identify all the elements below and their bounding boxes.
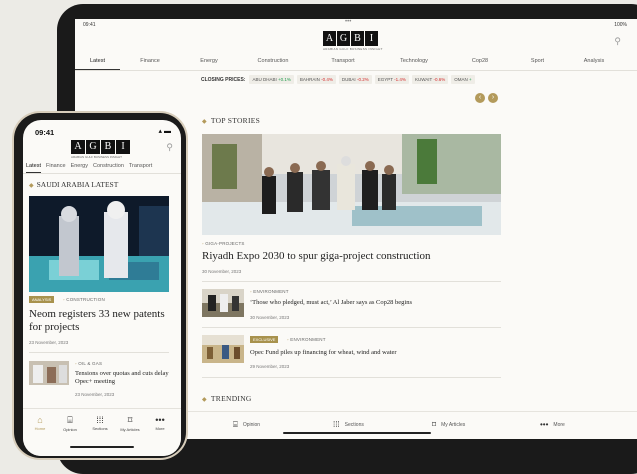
phone-hero-headline[interactable]: Neom registers 33 new patents for projec… (29, 308, 169, 334)
tab-latest[interactable]: Latest (75, 53, 120, 70)
article-headline[interactable]: ‘Those who pledged, must act,’ Al Jaber … (250, 299, 412, 306)
hero-date: 30 November, 2023 (202, 269, 242, 274)
tablet-status-bar: 09:41 ••• 100% (75, 19, 637, 31)
ticker-item[interactable]: KUWAIT -0.6% (411, 75, 449, 84)
speech-bubble-icon: ⌸ (67, 415, 73, 425)
logo-subtitle: ARABIAN GULF BUSINESS INSIGHT (323, 47, 383, 51)
tab-finance[interactable]: Finance (46, 160, 66, 173)
closing-prices-label: CLOSING PRICES: (201, 76, 246, 83)
diamond-icon: ◆ (202, 397, 207, 403)
phone-status-time: 09:41 (35, 128, 55, 137)
grid-icon: ⁞⁞⁞ (333, 420, 340, 429)
bookmark-icon: ⌑ (127, 415, 133, 425)
article-date: 30 November, 2023 (250, 315, 290, 320)
ticker-item[interactable]: DUBAI -0.2% (338, 75, 372, 84)
phone-nav-tabs: Latest Finance Energy Construction Trans… (23, 160, 181, 174)
divider (202, 327, 501, 328)
article-date: 29 November, 2023 (250, 364, 290, 369)
tab-cop28[interactable]: Cop28 (450, 53, 510, 70)
article-headline[interactable]: Opec Fund piles up financing for wheat, … (250, 349, 397, 356)
phone-screen: 09:41 ▴ ▬ AGBI ARABIAN GULF BUSINESS INS… (23, 120, 181, 456)
diamond-icon: ◆ (202, 119, 207, 125)
hero-image[interactable] (202, 134, 501, 235)
analysis-badge: ANALYSIS (29, 296, 55, 303)
ticker-arrows: ‹ › (475, 93, 501, 103)
article-thumbnail[interactable] (202, 335, 244, 363)
article-category[interactable]: ◦ ENVIRONMENT (250, 289, 289, 294)
tab-technology[interactable]: Technology (378, 53, 450, 70)
chevron-left-icon[interactable]: ‹ (475, 93, 485, 103)
home-indicator (70, 446, 134, 448)
section-heading-saudi: ◆ SAUDI ARABIA LATEST (29, 180, 119, 189)
article-thumbnail[interactable] (202, 289, 244, 317)
bottom-more[interactable]: ••• More (540, 420, 565, 429)
search-icon[interactable]: ⚲ (166, 142, 173, 153)
diamond-icon: ◆ (29, 183, 34, 189)
grid-icon: ⁞⁞⁞ (96, 415, 104, 425)
chevron-right-icon[interactable]: › (488, 93, 498, 103)
tab-construction[interactable]: Construction (238, 53, 308, 70)
closing-prices-ticker: CLOSING PRICES: ABU DHABI +0.1% BAHRAIN … (201, 75, 478, 84)
bookmark-icon: ⌑ (432, 420, 437, 429)
phone-status-icons: ▴ ▬ (158, 128, 171, 135)
article-category[interactable]: ◦ ENVIRONMENT (287, 337, 326, 342)
status-time: 09:41 (83, 22, 96, 28)
bottom-sections[interactable]: ⁞⁞⁞ Sections (333, 420, 364, 429)
exclusive-badge: EXCLUSIVE (250, 336, 279, 343)
section-heading-top-stories: ◆ TOP STORIES (202, 116, 261, 125)
agbi-logo[interactable]: AGBI (71, 140, 131, 154)
bottom-opinion[interactable]: ⌸ Opinion (233, 420, 260, 430)
tab-energy[interactable]: Energy (180, 53, 238, 70)
search-icon[interactable]: ⚲ (614, 36, 621, 47)
tabbar-my-articles[interactable]: ⌑ My Articles (115, 415, 145, 432)
phone-hero-image[interactable] (29, 196, 169, 292)
agbi-logo[interactable]: AGBI (323, 31, 379, 46)
more-icon: ••• (155, 415, 165, 425)
phone-tab-bar: ⌂ Home ⌸ Opinion ⁞⁞⁞ Sections ⌑ My Articles … (23, 408, 181, 456)
tab-energy[interactable]: Energy (71, 160, 88, 173)
tablet-nav-tabs: Latest Finance Energy Construction Trans… (75, 53, 637, 71)
home-icon: ⌂ (37, 415, 43, 425)
home-indicator (283, 432, 431, 434)
tab-sport[interactable]: Sport (510, 53, 565, 70)
tab-transport[interactable]: Transport (308, 53, 378, 70)
battery-level: 100% (614, 22, 627, 28)
tabbar-home[interactable]: ⌂ Home (25, 415, 55, 431)
tabbar-more[interactable]: ••• More (145, 415, 175, 431)
divider (202, 281, 501, 282)
hero-date: 23 November, 2023 (29, 340, 69, 345)
tabbar-opinion[interactable]: ⌸ Opinion (55, 415, 85, 432)
section-heading-trending: ◆ TRENDING (202, 394, 252, 403)
tabbar-sections[interactable]: ⁞⁞⁞ Sections (85, 415, 115, 431)
bottom-my-articles[interactable]: ⌑ My Articles (432, 420, 465, 429)
logo-subtitle: ARABIAN GULF BUSINESS INSIGHT (71, 155, 123, 159)
ticker-item[interactable]: OMAN + (451, 75, 475, 84)
ticker-item[interactable]: ABU DHABI +0.1% (249, 75, 294, 84)
speech-bubble-icon: ⌸ (233, 420, 238, 429)
hero-category[interactable]: ◦ GIGA-PROJECTS (202, 241, 245, 246)
hero-headline[interactable]: Riyadh Expo 2030 to spur giga-project co… (202, 250, 431, 262)
tab-transport[interactable]: Transport (129, 160, 152, 173)
article-thumbnail[interactable] (29, 361, 69, 385)
more-icon: ••• (540, 420, 549, 429)
article-headline[interactable]: Tensions over quotas and cuts delay Opec… (75, 370, 171, 386)
tab-analysis[interactable]: Analysis (565, 53, 623, 70)
tab-construction[interactable]: Construction (93, 160, 124, 173)
divider (202, 377, 501, 378)
ticker-item[interactable]: BAHRAIN -0.4% (296, 75, 336, 84)
tab-finance[interactable]: Finance (120, 53, 180, 70)
ticker-item[interactable]: EGYPT -1.4% (374, 75, 409, 84)
article-category[interactable]: ◦ OIL & GAS (75, 361, 102, 366)
hero-category[interactable]: ◦ CONSTRUCTION (63, 297, 105, 302)
divider (29, 352, 169, 353)
article-date: 23 November, 2023 (75, 392, 115, 397)
tab-latest[interactable]: Latest (26, 160, 41, 173)
multitask-dots[interactable]: ••• (345, 19, 351, 25)
